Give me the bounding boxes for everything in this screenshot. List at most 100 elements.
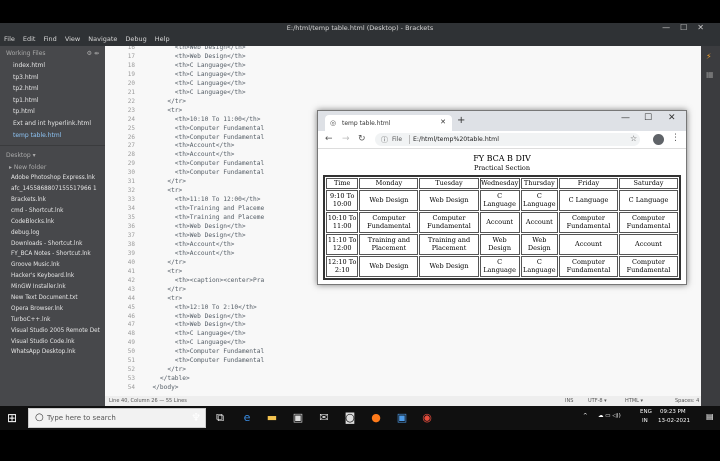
code-line[interactable]: <th>Account</th> bbox=[145, 151, 235, 158]
project-file-item[interactable]: cmd - Shortcut.lnk bbox=[0, 206, 105, 217]
browser-maximize-icon[interactable]: ☐ bbox=[644, 113, 652, 123]
window-controls[interactable]: —☐✕ bbox=[662, 23, 714, 32]
address-bar[interactable]: ⓘ File E:/html/temp%20table.html bbox=[375, 133, 640, 146]
indent-setting[interactable]: Spaces: 4 bbox=[675, 398, 699, 404]
code-line[interactable]: <th>Computer Fundamental bbox=[145, 169, 264, 176]
menu-find[interactable]: Find bbox=[43, 35, 56, 46]
code-line[interactable]: <th>C Language</th> bbox=[145, 330, 246, 337]
code-line[interactable]: <th>Web Design</th> bbox=[145, 313, 246, 320]
code-line[interactable]: <th>C Language</th> bbox=[145, 62, 246, 69]
project-selector[interactable]: Desktop ▾ bbox=[0, 150, 105, 162]
project-file-item[interactable]: Opera Browser.lnk bbox=[0, 304, 105, 315]
menu-navigate[interactable]: Navigate bbox=[88, 35, 117, 46]
task-view-icon[interactable]: ⧉ bbox=[214, 412, 226, 424]
working-file-item[interactable]: tp1.html bbox=[0, 95, 105, 107]
windows-start-icon[interactable]: ⊞ bbox=[7, 412, 19, 424]
menu-debug[interactable]: Debug bbox=[125, 35, 146, 46]
project-file-item[interactable]: Hacker's Keyboard.lnk bbox=[0, 271, 105, 282]
menu-edit[interactable]: Edit bbox=[23, 35, 36, 46]
camera-icon[interactable]: ◙ bbox=[344, 412, 356, 424]
code-line[interactable]: <th><caption><center>Pra bbox=[145, 277, 264, 284]
project-file-item[interactable]: Visual Studio 2005 Remote Det bbox=[0, 326, 105, 337]
code-line[interactable]: <th>Web Design</th> bbox=[145, 223, 246, 230]
code-line[interactable]: <th>Training and Placeme bbox=[145, 205, 264, 212]
working-file-item[interactable]: temp table.html bbox=[0, 130, 105, 142]
gear-icon[interactable]: ⚙ ⇹ bbox=[87, 50, 99, 57]
store-icon[interactable]: ▣ bbox=[292, 412, 304, 424]
project-file-item[interactable]: Adobe Photoshop Express.lnk bbox=[0, 173, 105, 184]
project-file-item[interactable]: FY_BCA Notes - Shortcut.lnk bbox=[0, 249, 105, 260]
code-line[interactable]: <tr> bbox=[145, 107, 182, 114]
code-line[interactable]: </tr> bbox=[145, 259, 186, 266]
project-file-item[interactable]: CodeBlocks.lnk bbox=[0, 217, 105, 228]
clock-date[interactable]: 13-02-2021 bbox=[658, 418, 690, 424]
code-line[interactable]: </tr> bbox=[145, 286, 186, 293]
code-line[interactable]: <th>C Language</th> bbox=[145, 339, 246, 346]
new-tab-button[interactable]: + bbox=[457, 115, 465, 126]
tray-icons[interactable]: ☁ ▭ ◁)) bbox=[598, 413, 621, 419]
code-line[interactable]: <th>11:10 To 12:00</th> bbox=[145, 196, 261, 203]
back-icon[interactable]: ← bbox=[325, 134, 333, 144]
code-line[interactable]: <tr> bbox=[145, 187, 182, 194]
code-line[interactable]: <th>C Language</th> bbox=[145, 80, 246, 87]
encoding-select[interactable]: UTF-8 ▾ bbox=[588, 398, 607, 404]
working-file-item[interactable]: index.html bbox=[0, 60, 105, 72]
code-line[interactable]: </tr> bbox=[145, 98, 186, 105]
working-file-item[interactable]: tp3.html bbox=[0, 72, 105, 84]
code-line[interactable]: </table> bbox=[145, 375, 190, 382]
file-explorer-icon[interactable]: ▬ bbox=[266, 412, 278, 424]
code-line[interactable]: <th>Computer Fundamental bbox=[145, 357, 264, 364]
code-line[interactable]: <th>Account</th> bbox=[145, 241, 235, 248]
code-line[interactable]: </tr> bbox=[145, 366, 186, 373]
url-text[interactable]: E:/html/temp%20table.html bbox=[413, 136, 499, 143]
profile-avatar-icon[interactable] bbox=[653, 134, 664, 145]
code-line[interactable]: <tr> bbox=[145, 268, 182, 275]
firefox-icon[interactable]: ● bbox=[370, 412, 382, 424]
code-line[interactable]: <tr> bbox=[145, 295, 182, 302]
edge-icon[interactable]: e bbox=[241, 412, 253, 424]
code-line[interactable]: <th>Computer Fundamental bbox=[145, 160, 264, 167]
code-line[interactable]: </body> bbox=[145, 384, 178, 391]
tray-arrow-icon[interactable]: ^ bbox=[583, 413, 588, 419]
working-file-item[interactable]: Ext and int hyperlink.html bbox=[0, 118, 105, 130]
mail-icon[interactable]: ✉ bbox=[318, 412, 330, 424]
code-line[interactable]: <th>C Language</th> bbox=[145, 89, 246, 96]
code-line[interactable]: <th>Computer Fundamental bbox=[145, 125, 264, 132]
code-line[interactable]: </tr> bbox=[145, 178, 186, 185]
project-file-item[interactable]: New Text Document.txt bbox=[0, 293, 105, 304]
bookmark-star-icon[interactable]: ☆ bbox=[630, 134, 637, 143]
insert-mode[interactable]: INS bbox=[565, 398, 573, 404]
taskbar-search[interactable]: ○ Type here to search bbox=[28, 408, 206, 428]
code-line[interactable]: <th>Web Design</th> bbox=[145, 46, 246, 51]
project-file-item[interactable]: TurboC++.lnk bbox=[0, 315, 105, 326]
working-file-item[interactable]: tp.html bbox=[0, 106, 105, 118]
browser-tab[interactable]: ◎ temp table.html ✕ bbox=[325, 115, 452, 131]
code-line[interactable]: <th>C Language</th> bbox=[145, 71, 246, 78]
microphone-icon[interactable]: ♆ bbox=[190, 412, 202, 424]
project-file-item[interactable]: Brackets.lnk bbox=[0, 195, 105, 206]
project-file-item[interactable]: afc_1455868807155517966 1 bbox=[0, 184, 105, 195]
project-file-item[interactable]: Downloads - Shortcut.lnk bbox=[0, 239, 105, 250]
project-file-item[interactable]: debug.log bbox=[0, 228, 105, 239]
minimize-button[interactable]: — bbox=[662, 23, 680, 32]
project-file-item[interactable]: Visual Studio Code.lnk bbox=[0, 337, 105, 348]
browser-close-icon[interactable]: ✕ bbox=[668, 113, 676, 123]
code-line[interactable]: <th>Training and Placeme bbox=[145, 214, 264, 221]
live-preview-icon[interactable]: ⚡ bbox=[706, 52, 715, 61]
code-line[interactable]: <th>Computer Fundamental bbox=[145, 348, 264, 355]
code-line[interactable]: <th>Web Design</th> bbox=[145, 321, 246, 328]
folder-item[interactable]: ▸ New folder bbox=[0, 162, 105, 173]
reload-icon[interactable]: ↻ bbox=[358, 134, 366, 144]
extension-manager-icon[interactable]: ▦ bbox=[706, 70, 715, 79]
browser-minimize-icon[interactable]: — bbox=[621, 113, 630, 123]
language-select[interactable]: HTML ▾ bbox=[625, 398, 643, 404]
language-indicator[interactable]: ENG bbox=[640, 409, 652, 415]
close-button[interactable]: ✕ bbox=[697, 23, 714, 32]
project-file-item[interactable]: Groove Music.lnk bbox=[0, 260, 105, 271]
code-line[interactable]: <th>12:10 To 2:10</th> bbox=[145, 304, 257, 311]
tab-close-icon[interactable]: ✕ bbox=[440, 118, 446, 126]
notification-icon[interactable]: ▤ bbox=[706, 412, 714, 421]
maximize-button[interactable]: ☐ bbox=[680, 23, 697, 32]
menu-view[interactable]: View bbox=[65, 35, 80, 46]
more-menu-icon[interactable]: ⋮ bbox=[671, 133, 680, 143]
